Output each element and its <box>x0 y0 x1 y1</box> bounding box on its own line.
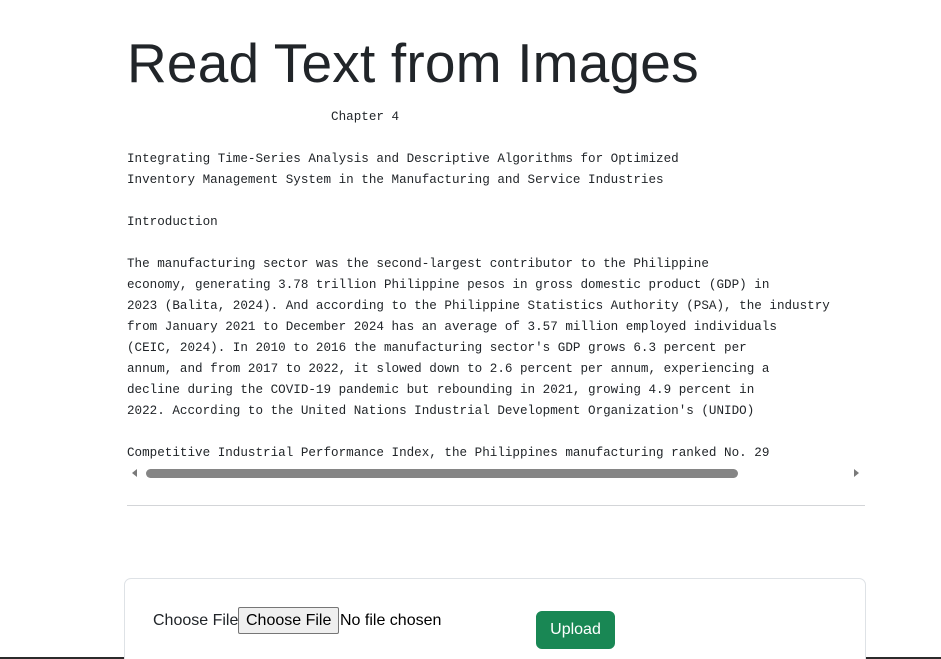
upload-button[interactable]: Upload <box>536 611 615 649</box>
ocr-output-panel[interactable]: Chapter 4 Integrating Time-Series Analys… <box>127 107 865 461</box>
page: Read Text from Images Chapter 4 Integrat… <box>0 0 941 659</box>
page-title: Read Text from Images <box>127 32 699 94</box>
ocr-line: (CEIC, 2024). In 2010 to 2016 the manufa… <box>127 341 747 355</box>
ocr-line: from January 2021 to December 2024 has a… <box>127 320 777 334</box>
ocr-line: Chapter 4 <box>127 110 400 124</box>
ocr-line: The manufacturing sector was the second-… <box>127 257 709 271</box>
file-input-label: Choose File <box>153 612 239 629</box>
scroll-right-arrow-icon[interactable] <box>854 469 859 477</box>
ocr-line: 2023 (Balita, 2024). And according to th… <box>127 299 830 313</box>
scrollbar-thumb[interactable] <box>146 469 738 478</box>
ocr-text: Chapter 4 Integrating Time-Series Analys… <box>127 107 865 461</box>
ocr-line: Inventory Management System in the Manuf… <box>127 173 664 187</box>
ocr-line: Competitive Industrial Performance Index… <box>127 446 770 460</box>
ocr-line: 2022. According to the United Nations In… <box>127 404 755 418</box>
choose-file-button[interactable]: Choose File <box>238 607 340 634</box>
file-status-text: No file chosen <box>340 612 442 629</box>
scroll-left-arrow-icon[interactable] <box>132 469 137 477</box>
upload-card: Choose File Choose File No file chosen U… <box>124 578 866 659</box>
divider <box>127 505 865 506</box>
ocr-line: Introduction <box>127 215 218 229</box>
horizontal-scrollbar[interactable] <box>127 465 865 481</box>
ocr-line: decline during the COVID-19 pandemic but… <box>127 383 755 397</box>
ocr-line: Integrating Time-Series Analysis and Des… <box>127 152 679 166</box>
ocr-line: annum, and from 2017 to 2022, it slowed … <box>127 362 770 376</box>
ocr-line: economy, generating 3.78 trillion Philip… <box>127 278 770 292</box>
